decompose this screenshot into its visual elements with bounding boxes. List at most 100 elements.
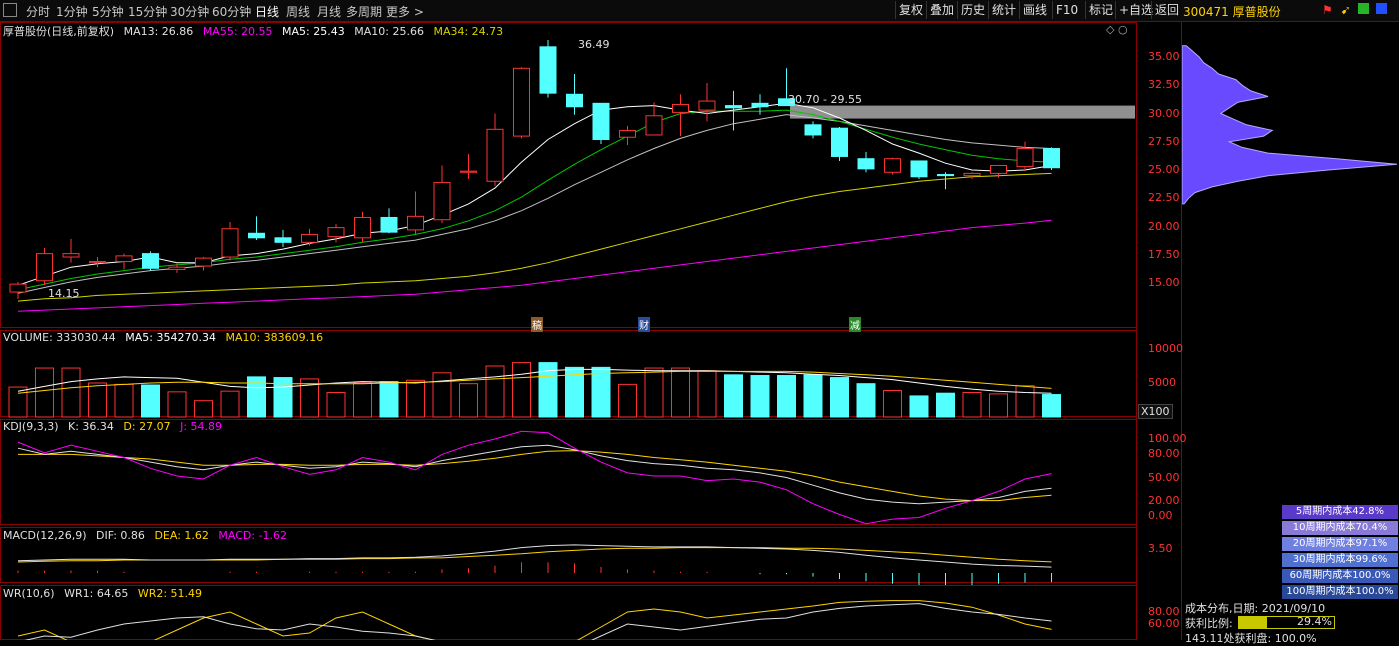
candle-body: [645, 115, 663, 136]
price-tick-3: 27.50: [1148, 134, 1180, 148]
arrow-icon[interactable]: ➹: [1341, 3, 1351, 17]
grid-icon[interactable]: [1376, 3, 1388, 14]
volume-bar: [1015, 385, 1035, 418]
price-tick-5: 22.50: [1148, 191, 1180, 205]
volume-bar: [61, 367, 81, 418]
volume-bar: [432, 372, 452, 418]
toolbar-button-2[interactable]: 历史: [957, 1, 988, 19]
candle-body: [486, 128, 504, 182]
candle-body: [857, 158, 875, 170]
volume-bar: [406, 379, 425, 418]
candle-body: [168, 266, 186, 270]
toolbar-button-7[interactable]: +自选: [1115, 1, 1156, 19]
volume-bar: [936, 392, 955, 418]
chart-icon[interactable]: [1358, 3, 1370, 14]
candle-body: [725, 105, 742, 109]
candle-body: [142, 253, 159, 269]
period-tab-8[interactable]: 月线: [317, 3, 341, 20]
volume-ma5-line: [17, 368, 1052, 394]
price-tick-6: 20.00: [1148, 219, 1180, 233]
period-tab-6[interactable]: 日线: [255, 3, 279, 20]
candle-body: [62, 253, 80, 258]
cost-period-row-4[interactable]: 60周期内成本100.0%: [1282, 569, 1398, 583]
period-tab-9[interactable]: 多周期: [346, 3, 382, 20]
volume-unit-label: X100: [1138, 404, 1173, 419]
volume-bar: [326, 392, 346, 418]
high-price-label: 36.49: [578, 38, 610, 51]
kdj-tick-3: 20.00: [1148, 493, 1180, 507]
price-tick-7: 17.50: [1148, 247, 1180, 261]
period-tab-0[interactable]: 分时: [26, 3, 50, 20]
toolbar-button-4[interactable]: 画线: [1019, 1, 1050, 19]
candle-body: [539, 46, 557, 94]
toolbar-button-5[interactable]: F10: [1052, 1, 1081, 19]
price-tick-1: 32.50: [1148, 78, 1180, 92]
price-tick-4: 25.00: [1148, 163, 1180, 176]
period-tab-4[interactable]: 30分钟: [170, 3, 209, 20]
toolbar-button-0[interactable]: 复权: [895, 1, 926, 19]
toolbar-button-3[interactable]: 统计: [988, 1, 1019, 19]
cost-period-row-2[interactable]: 20周期内成本97.1%: [1282, 537, 1398, 551]
candle-body: [354, 216, 371, 239]
volume-bar: [353, 382, 372, 418]
volume-bar: [777, 375, 796, 418]
period-tab-1[interactable]: 1分钟: [56, 3, 88, 20]
ma10-line: [17, 109, 1052, 291]
price-tick-2: 30.00: [1148, 106, 1180, 120]
candle-body: [990, 164, 1007, 174]
candle-body: [221, 228, 239, 258]
volume-ma10-line: [17, 370, 1052, 394]
volume-bar: [883, 389, 902, 418]
cost-period-row-5[interactable]: 100周期内成本100.0%: [1282, 585, 1398, 599]
marker-reduce[interactable]: 减: [849, 317, 861, 332]
candle-body: [1016, 148, 1034, 168]
volume-bar: [512, 362, 531, 418]
wr2-line: [17, 600, 1052, 640]
candle-body: [115, 255, 133, 263]
volume-bar: [194, 400, 213, 418]
volume-bar: [830, 377, 849, 418]
toolbar-button-1[interactable]: 叠加: [926, 1, 957, 19]
volume-bar: [8, 386, 28, 418]
candle-body: [89, 261, 106, 264]
candle-body: [248, 232, 265, 239]
period-tab-2[interactable]: 5分钟: [92, 3, 124, 20]
volume-bar: [671, 367, 690, 418]
candle-body: [963, 172, 981, 177]
cost-period-row-3[interactable]: 30周期内成本99.6%: [1282, 553, 1398, 567]
kdj-tick-2: 50.00: [1148, 470, 1180, 484]
candle-body: [513, 67, 530, 137]
volume-tick-0: 10000: [1148, 342, 1183, 355]
toolbar-button-8[interactable]: 返回: [1151, 1, 1182, 19]
period-tab-5[interactable]: 60分钟: [212, 3, 251, 20]
panel-frame: [0, 585, 1137, 640]
flag-icon[interactable]: ⚑: [1322, 3, 1333, 17]
candle-body: [9, 283, 27, 293]
marker-draft[interactable]: 稿: [531, 317, 543, 332]
volume-bar: [220, 390, 240, 418]
volume-bar: [141, 384, 160, 418]
window-menu-icon[interactable]: [3, 3, 17, 17]
period-tab-10[interactable]: 更多 >: [386, 3, 424, 20]
price-tick-0: 35.00: [1148, 50, 1180, 63]
toolbar-button-6[interactable]: 标记: [1085, 1, 1116, 19]
cost-period-row-0[interactable]: 5周期内成本42.8%: [1282, 505, 1398, 519]
cost-period-row-1[interactable]: 10周期内成本70.4%: [1282, 521, 1398, 535]
kdj-d-line: [18, 450, 1052, 502]
wr-tick-1: 60.00: [1148, 617, 1180, 630]
candle-body: [566, 93, 583, 108]
kdj-tick-4: 0.00: [1148, 509, 1173, 522]
candle-body: [592, 102, 610, 140]
candle-body: [751, 102, 769, 108]
marker-finance[interactable]: 财: [638, 317, 650, 332]
candle-body: [1043, 148, 1060, 169]
volume-bar: [167, 391, 187, 418]
volume-bar: [618, 383, 637, 418]
candle-body: [433, 181, 451, 221]
price-tick-8: 15.00: [1148, 276, 1180, 289]
macd-tick-0: 3.50: [1148, 542, 1173, 555]
candle-body: [195, 257, 212, 267]
period-tab-7[interactable]: 周线: [286, 3, 310, 20]
period-tab-3[interactable]: 15分钟: [128, 3, 167, 20]
candle-body: [910, 160, 928, 178]
